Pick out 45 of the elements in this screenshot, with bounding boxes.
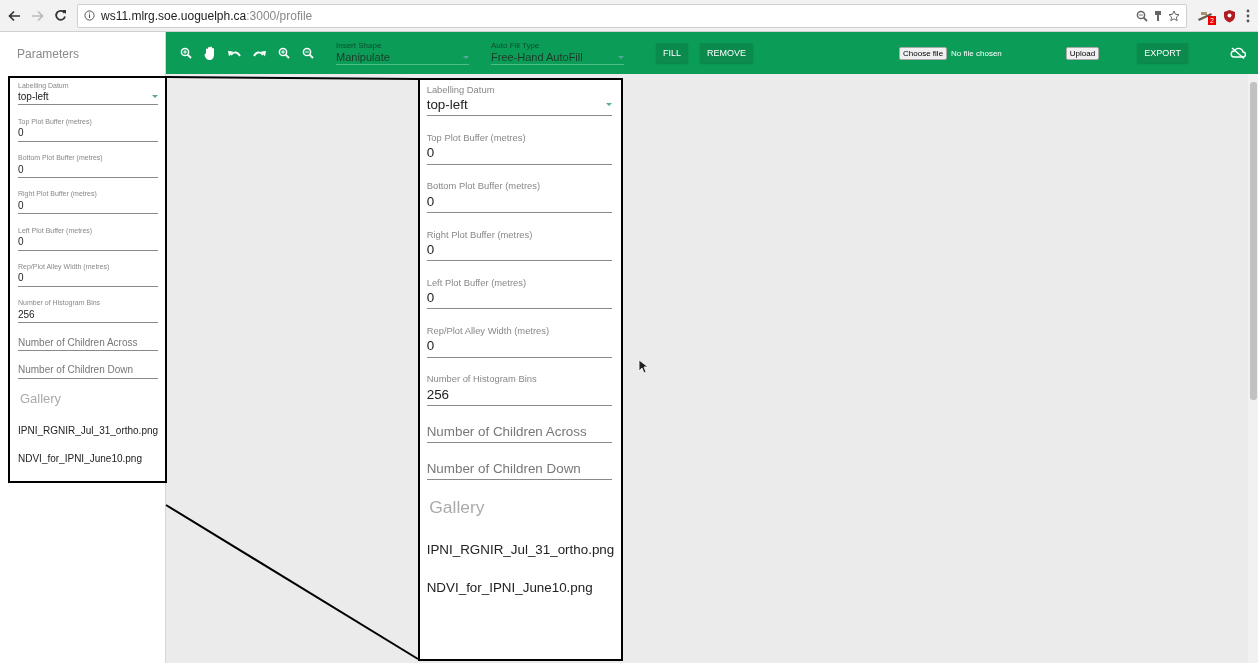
- cursor-icon: [638, 359, 648, 374]
- hand-icon[interactable]: [204, 46, 216, 60]
- input-field[interactable]: Left Plot Buffer (metres) 0: [426, 277, 612, 310]
- toolbar-button[interactable]: REMOVE: [700, 43, 754, 63]
- shield-icon[interactable]: [1223, 8, 1236, 23]
- reload-icon[interactable]: [54, 9, 67, 22]
- zoom-icon[interactable]: [1136, 9, 1148, 22]
- zoom-out-icon[interactable]: [302, 47, 314, 59]
- input-field[interactable]: Number of Children Down: [18, 363, 158, 379]
- input-field[interactable]: Right Plot Buffer (metres) 0: [426, 229, 612, 262]
- sidebar-title: Parameters: [17, 46, 80, 61]
- extension-icon[interactable]: [1197, 9, 1213, 22]
- back-icon[interactable]: [8, 9, 21, 22]
- dropdown[interactable]: Auto Fill Type Free-Hand AutoFill: [491, 41, 624, 65]
- address-bar[interactable]: ws11.mlrg.soe.uoguelph.ca:3000/profile: [77, 3, 1187, 28]
- zoom-in-icon[interactable]: [278, 47, 290, 59]
- gallery-item[interactable]: IPNI_RGNIR_Jul_31_ortho.png: [18, 424, 158, 436]
- input-field[interactable]: Number of Histogram Bins 256: [426, 374, 612, 407]
- scrollbar-thumb[interactable]: [1249, 82, 1257, 400]
- scrollbar[interactable]: [1248, 74, 1258, 663]
- star-icon[interactable]: [1168, 9, 1180, 22]
- gallery-item[interactable]: NDVI_for_IPNI_June10.png: [426, 579, 612, 595]
- input-field[interactable]: Number of Children Across: [426, 422, 612, 444]
- input-field[interactable]: Bottom Plot Buffer (metres) 0: [426, 181, 612, 213]
- gallery-item[interactable]: NDVI_for_IPNI_June10.png: [18, 452, 158, 464]
- choose-file-button[interactable]: Choose file: [899, 46, 948, 60]
- cloud-off-icon[interactable]: [1230, 47, 1246, 59]
- gallery-item[interactable]: IPNI_RGNIR_Jul_31_ortho.png: [426, 542, 612, 558]
- input-field[interactable]: Number of Children Across: [18, 335, 158, 352]
- input-field[interactable]: Number of Children Down: [426, 459, 612, 481]
- gallery-title: Gallery: [429, 496, 486, 518]
- zoom-in-icon[interactable]: [180, 47, 192, 59]
- redo-icon[interactable]: [253, 48, 266, 58]
- menu-icon[interactable]: [1246, 8, 1250, 23]
- select-field[interactable]: Labelling Datum top-left: [426, 84, 612, 117]
- gallery-title: Gallery: [19, 391, 63, 407]
- file-status: No file chosen: [951, 48, 1002, 58]
- export-button[interactable]: EXPORT: [1137, 43, 1188, 63]
- undo-icon[interactable]: [228, 48, 241, 58]
- dropdown[interactable]: Insert Shape Manipulate: [336, 41, 469, 65]
- info-icon[interactable]: [84, 10, 95, 21]
- input-field[interactable]: Top Plot Buffer (metres) 0: [426, 132, 612, 165]
- upload-button[interactable]: Upload: [1065, 46, 1100, 60]
- toolbar-button[interactable]: FILL: [656, 43, 688, 63]
- input-field[interactable]: Rep/Plot Alley Width (metres) 0: [426, 326, 612, 358]
